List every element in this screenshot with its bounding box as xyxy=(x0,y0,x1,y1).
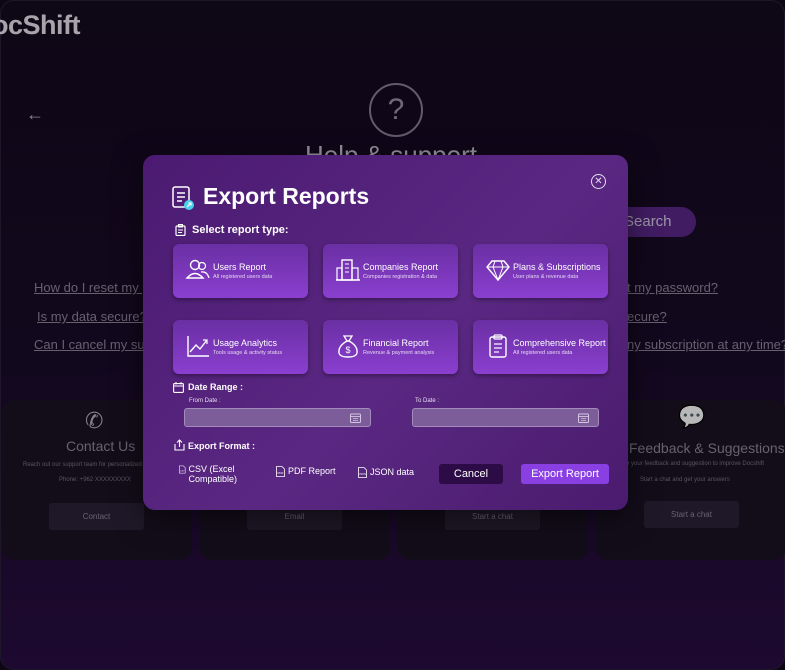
date-range-label: Date Range : xyxy=(188,382,244,392)
select-report-type-label: Select report type: xyxy=(192,224,289,236)
report-icon xyxy=(172,186,194,210)
report-type-usage[interactable]: Usage Analytics Tools usage & activity s… xyxy=(173,320,308,374)
report-type-title: Companies Report xyxy=(363,262,439,272)
report-type-subtitle: Revenue & payment analysis xyxy=(363,350,435,356)
report-type-title: Plans & Subscriptions xyxy=(513,262,601,272)
export-icon xyxy=(174,439,185,451)
dialog-title: Export Reports xyxy=(203,183,370,209)
report-type-companies[interactable]: Companies Report Companies registration … xyxy=(323,244,458,298)
csv-file-icon: CSV xyxy=(179,465,186,474)
calendar-icon xyxy=(173,382,184,393)
calendar-icon[interactable] xyxy=(578,413,589,423)
close-icon[interactable]: ✕ xyxy=(591,174,606,189)
calendar-icon[interactable] xyxy=(350,413,361,423)
diamond-icon xyxy=(486,260,510,282)
report-type-subtitle: Companies registration & data xyxy=(363,274,437,280)
chart-icon xyxy=(187,336,209,357)
users-icon xyxy=(185,259,210,279)
report-type-users[interactable]: Users Report All registered users data xyxy=(173,244,308,298)
to-date-label: To Date : xyxy=(415,398,440,404)
report-type-subtitle: All registered users data xyxy=(513,350,573,356)
report-type-subtitle: User plans & revenue data xyxy=(513,274,579,280)
app-window: ocShift ← ? Help & support Search How do… xyxy=(0,0,785,670)
format-label: JSON data xyxy=(370,467,415,477)
format-option-pdf[interactable]: PDF PDF Report xyxy=(276,466,336,477)
format-option-json[interactable]: JSON JSON data xyxy=(358,467,414,478)
report-type-title: Comprehensive Report xyxy=(513,338,606,348)
from-date-input[interactable] xyxy=(184,408,371,427)
building-icon xyxy=(336,259,360,281)
json-icon-text: JSON xyxy=(359,472,366,476)
export-reports-dialog: ✕ Export Reports Select report type: Use… xyxy=(143,155,628,510)
csv-icon-text: CSV xyxy=(180,470,185,472)
from-date-label: From Date : xyxy=(189,398,221,404)
clipboard-icon xyxy=(489,334,507,358)
report-type-title: Financial Report xyxy=(363,338,429,348)
report-type-financial[interactable]: $ Financial Report Revenue & payment ana… xyxy=(323,320,458,374)
money-bag-icon: $ xyxy=(338,335,358,358)
pdf-icon-text: PDF xyxy=(278,471,284,475)
report-type-title: Users Report xyxy=(213,262,267,272)
format-label: PDF Report xyxy=(288,466,336,476)
format-label: CSV (Excel Compatible) xyxy=(188,464,238,484)
report-type-subtitle: All registered users data xyxy=(213,274,273,280)
pdf-file-icon: PDF xyxy=(276,466,285,477)
format-option-csv[interactable]: CSV CSV (Excel Compatible) xyxy=(179,464,259,484)
report-type-plans[interactable]: Plans & Subscriptions User plans & reven… xyxy=(473,244,608,298)
export-report-button[interactable]: Export Report xyxy=(521,464,609,484)
export-format-label: Export Format : xyxy=(188,441,256,451)
report-type-title: Usage Analytics xyxy=(213,338,278,348)
report-type-subtitle: Tools usage & activity status xyxy=(213,350,283,356)
json-file-icon: JSON xyxy=(358,467,367,478)
to-date-input[interactable] xyxy=(412,408,599,427)
report-type-comprehensive[interactable]: Comprehensive Report All registered user… xyxy=(473,320,608,374)
clipboard-icon xyxy=(175,224,186,236)
cancel-button[interactable]: Cancel xyxy=(439,464,503,484)
svg-text:$: $ xyxy=(345,345,350,355)
